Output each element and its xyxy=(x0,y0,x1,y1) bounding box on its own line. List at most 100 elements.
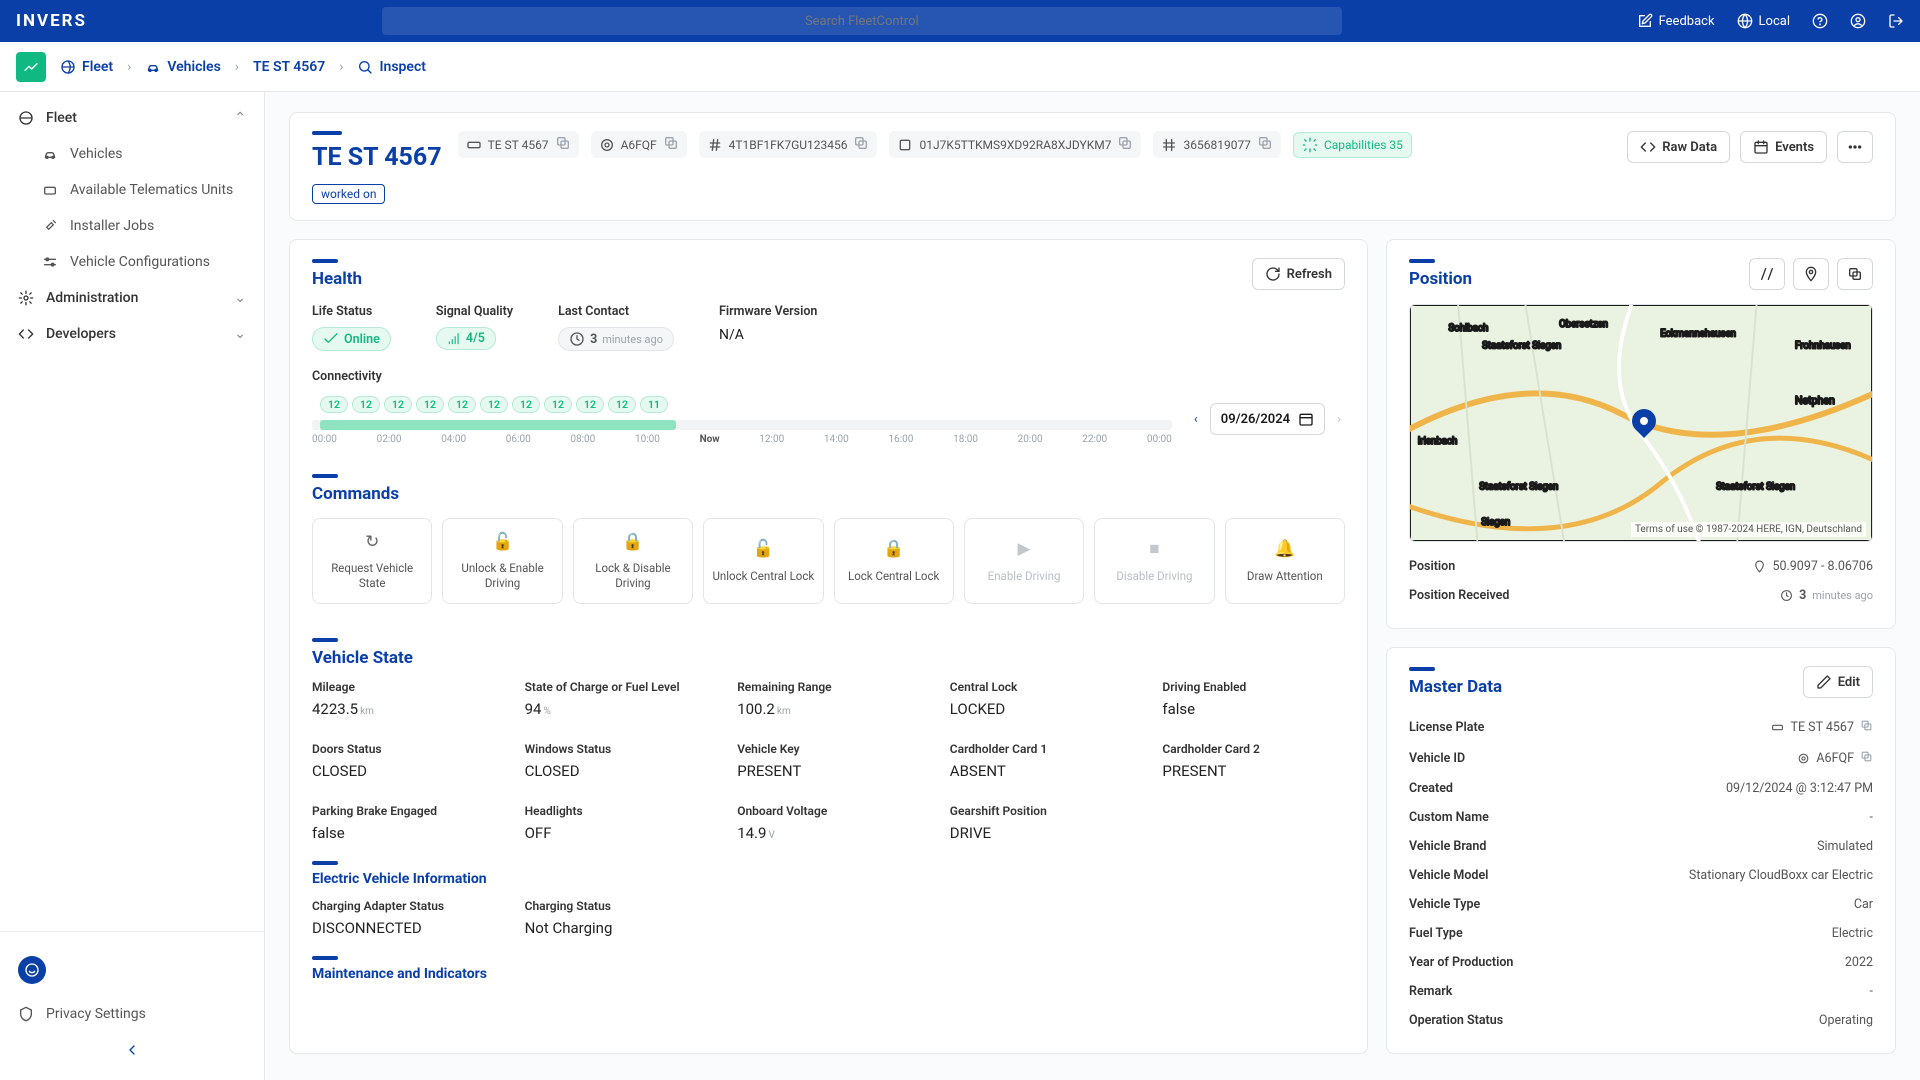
life-status-badge: Online xyxy=(312,327,391,351)
command-button: ▶ Enable Driving xyxy=(964,518,1084,604)
chip-text: A6FQF xyxy=(621,138,657,152)
user-icon[interactable] xyxy=(1850,13,1866,29)
copy-icon[interactable] xyxy=(1117,135,1133,154)
chevron-down-icon: ⌄ xyxy=(234,290,246,306)
copy-icon[interactable] xyxy=(555,135,571,154)
sidebar-item-admin[interactable]: Administration ⌄ xyxy=(0,280,264,316)
master-key: Vehicle Brand xyxy=(1409,839,1486,854)
vstate-item: HeadlightsOFF xyxy=(525,804,708,842)
sidebar-item-privacy[interactable]: Privacy Settings xyxy=(0,996,264,1032)
sidebar-item-devs[interactable]: Developers ⌄ xyxy=(0,316,264,352)
map-copy-button[interactable] xyxy=(1837,258,1873,290)
vstate-item: Central LockLOCKED xyxy=(950,680,1133,718)
section-commands-title: Commands xyxy=(312,484,1345,504)
command-button[interactable]: ↻Request Vehicle State xyxy=(312,518,432,604)
events-button[interactable]: Events xyxy=(1740,131,1827,163)
sidebar-collapse[interactable] xyxy=(0,1032,264,1068)
command-icon: 🔓 xyxy=(753,538,774,560)
master-key: Year of Production xyxy=(1409,955,1513,970)
signal-label: Signal Quality xyxy=(436,304,513,319)
logout-icon[interactable] xyxy=(1888,13,1904,29)
search-input[interactable] xyxy=(382,7,1342,35)
vstate-item: Vehicle KeyPRESENT xyxy=(737,742,920,780)
search-icon xyxy=(357,59,373,75)
last-contact-label: Last Contact xyxy=(558,304,674,319)
position-card: Position xyxy=(1386,239,1896,629)
crumb-inspect[interactable]: Inspect xyxy=(357,59,425,75)
vstate-label: State of Charge or Fuel Level xyxy=(525,680,708,694)
vstate-value: 4223.5km xyxy=(312,700,495,718)
vstate-item: Onboard Voltage14.9V xyxy=(737,804,920,842)
vstate-label: Cardholder Card 2 xyxy=(1162,742,1345,756)
vstate-label: Driving Enabled xyxy=(1162,680,1345,694)
chip-capabilities[interactable]: Capabilities 35 xyxy=(1293,132,1412,158)
raw-data-button[interactable]: Raw Data xyxy=(1627,131,1730,163)
crumb-vehicles[interactable]: Vehicles xyxy=(145,59,220,75)
sidebar-item-atu[interactable]: Available Telematics Units xyxy=(0,172,264,208)
crumb-fleet[interactable]: Fleet xyxy=(60,59,113,75)
chip-text: 3656819077 xyxy=(1183,138,1250,152)
copy-icon[interactable] xyxy=(663,135,679,154)
refresh-button[interactable]: Refresh xyxy=(1252,258,1345,290)
vstate-item: Mileage4223.5km xyxy=(312,680,495,718)
command-button[interactable]: 🔓Unlock Central Lock xyxy=(703,518,823,604)
crumb-label: Vehicles xyxy=(167,59,220,75)
connectivity-timeline[interactable]: 1212121212121212121211 00:0002:0004:0006… xyxy=(312,394,1172,444)
command-button[interactable]: 🔒Lock & Disable Driving xyxy=(573,518,693,604)
edit-icon xyxy=(1637,13,1653,29)
timeline-date-picker[interactable]: 09/26/2024 xyxy=(1210,403,1325,435)
command-icon: ▶ xyxy=(1018,538,1031,560)
master-row: Vehicle Brand Simulated xyxy=(1409,832,1873,861)
map[interactable]: Sohlbach Staatsforst Siegen Obersetzen E… xyxy=(1409,304,1873,542)
locale-select[interactable]: Local xyxy=(1737,13,1790,29)
globe-icon xyxy=(1737,13,1753,29)
copy-icon[interactable] xyxy=(1860,719,1873,736)
badge-unit: minutes ago xyxy=(602,333,663,346)
master-data-card: Master Data Edit License PlateTE ST 4567… xyxy=(1386,647,1896,1054)
master-key: Custom Name xyxy=(1409,810,1489,825)
chevron-right-icon: › xyxy=(127,59,131,75)
master-row: Operation StatusOperating xyxy=(1409,1006,1873,1035)
help-icon[interactable] xyxy=(1812,13,1828,29)
map-route-button[interactable] xyxy=(1749,258,1785,290)
timeline-hour-label: 00:00 xyxy=(1147,434,1172,445)
master-value: Electric xyxy=(1832,926,1873,941)
crumb-vehicle-id[interactable]: TE ST 4567 xyxy=(253,59,325,75)
master-key: Fuel Type xyxy=(1409,926,1463,941)
vstate-item: Driving Enabledfalse xyxy=(1162,680,1345,718)
code-icon xyxy=(1640,139,1656,155)
copy-icon[interactable] xyxy=(853,135,869,154)
ev-item: Charging StatusNot Charging xyxy=(525,899,708,937)
master-row: Vehicle TypeCar xyxy=(1409,890,1873,919)
map-center-button[interactable] xyxy=(1793,258,1829,290)
timeline-pill: 12 xyxy=(416,396,444,413)
command-button[interactable]: 🔓Unlock & Enable Driving xyxy=(442,518,562,604)
command-button[interactable]: 🔔Draw Attention xyxy=(1225,518,1345,604)
sidebar-item-installer[interactable]: Installer Jobs xyxy=(0,208,264,244)
sidebar-item-label: Available Telematics Units xyxy=(70,182,233,198)
badge-num: 3 xyxy=(590,332,597,347)
sidebar-item-vconfig[interactable]: Vehicle Configurations xyxy=(0,244,264,280)
master-row: Custom Name- xyxy=(1409,803,1873,832)
timeline-next: › xyxy=(1333,408,1345,431)
edit-button[interactable]: Edit xyxy=(1803,666,1873,698)
sidebar-item-fleet[interactable]: Fleet ⌃ xyxy=(0,100,264,136)
timeline-hour-label: 12:00 xyxy=(759,434,784,445)
more-button[interactable] xyxy=(1837,131,1873,163)
command-label: Enable Driving xyxy=(988,569,1061,584)
feedback-label: Feedback xyxy=(1659,14,1715,29)
timeline-prev[interactable]: ‹ xyxy=(1190,408,1202,431)
ev-label: Charging Adapter Status xyxy=(312,899,495,913)
feedback-link[interactable]: Feedback xyxy=(1637,13,1715,29)
map-attribution: Terms of use © 1987-2024 HERE, IGN, Deut… xyxy=(1631,522,1866,537)
sidebar-item-vehicles[interactable]: Vehicles xyxy=(0,136,264,172)
copy-icon[interactable] xyxy=(1860,750,1873,767)
command-button[interactable]: 🔒Lock Central Lock xyxy=(834,518,954,604)
support-fab[interactable] xyxy=(18,956,46,984)
master-value: Simulated xyxy=(1817,839,1873,854)
signal-badge: 4/5 xyxy=(436,327,496,350)
firmware-value: N/A xyxy=(719,327,817,343)
copy-icon[interactable] xyxy=(1257,135,1273,154)
button-label: Refresh xyxy=(1287,267,1332,282)
sidebar-item-label: Developers xyxy=(46,326,116,342)
